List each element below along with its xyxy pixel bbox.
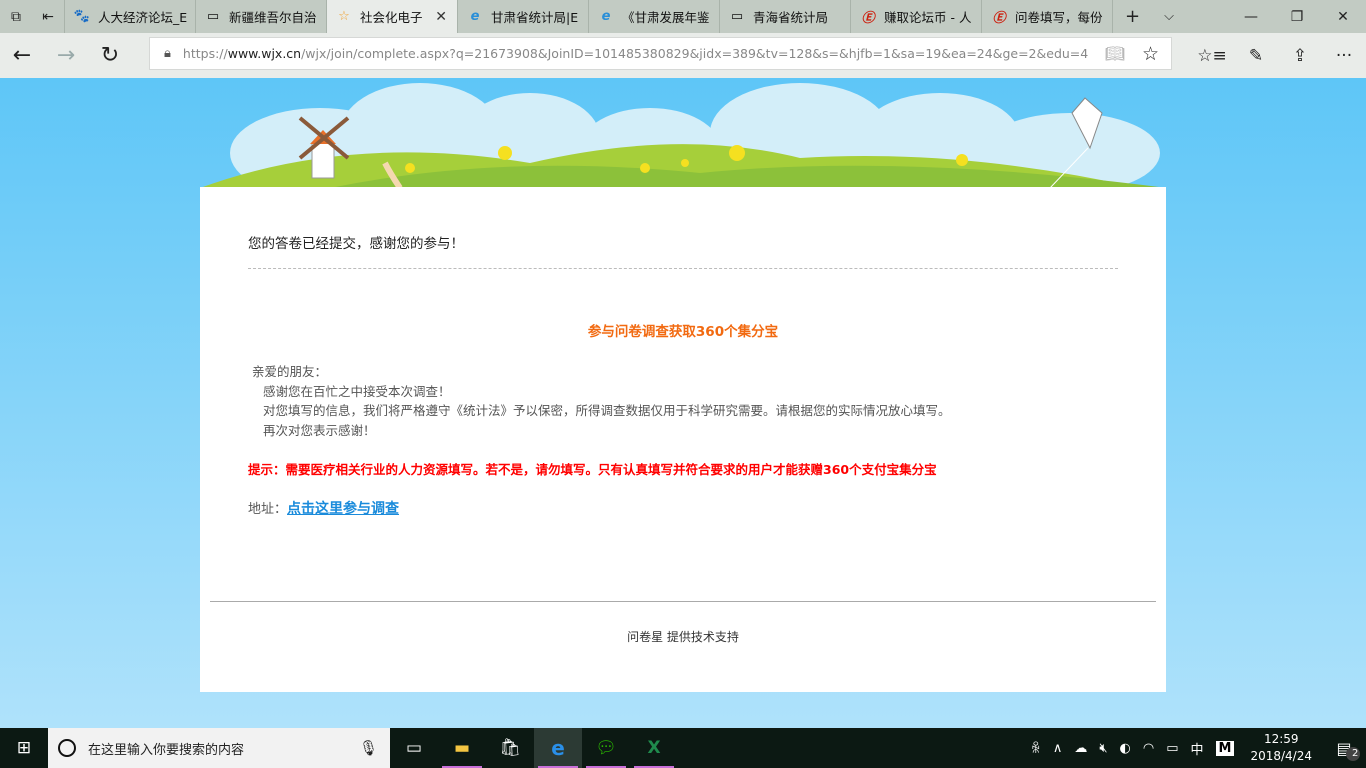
survey-link[interactable]: 点击这里参与调查	[287, 501, 399, 517]
taskbar: ⊞ 在这里输入你要搜索的内容 🎙︎ ▭ ▬ 🛍︎ e 💬︎ X ꆜ ∧ ☁ 🔇︎ …	[0, 728, 1366, 768]
search-placeholder: 在这里输入你要搜索的内容	[88, 742, 245, 758]
survey-title: 参与问卷调查获取360个集分宝	[587, 324, 779, 340]
page-icon: ▭	[730, 9, 744, 24]
ime-indicator[interactable]: 中	[1185, 739, 1210, 758]
baidu-paw-icon: 🐾	[73, 9, 91, 24]
cortana-icon	[58, 739, 76, 757]
windows-start-button[interactable]: ⊞	[0, 728, 48, 768]
letter-line: 再次对您表示感谢！	[263, 422, 376, 438]
lock-icon: 🔒︎	[164, 46, 171, 61]
tab[interactable]: ▭ 青海省统计局	[719, 0, 850, 33]
wifi-icon[interactable]: ◠	[1137, 741, 1160, 756]
people-icon[interactable]: ꆜ	[1025, 740, 1047, 757]
letter-line: 感谢您在百忙之中接受本次调查！	[263, 383, 451, 399]
address-bar[interactable]: 🔒︎ https://www.wjx.cn/wjx/join/complete.…	[149, 37, 1172, 70]
time: 12:59	[1263, 732, 1299, 746]
tab[interactable]: Ⓔ 问卷填写，每份	[981, 0, 1112, 33]
tab-label: 赚取论坛币 - 人	[884, 10, 972, 25]
refresh-button[interactable]: ↻	[88, 36, 132, 76]
close-tab-icon[interactable]: ✕	[435, 9, 447, 25]
excel-icon[interactable]: X	[630, 728, 678, 768]
tab[interactable]: e 《甘肃发展年鉴	[588, 0, 719, 33]
taskbar-search[interactable]: 在这里输入你要搜索的内容 🎙︎	[48, 728, 390, 768]
back-button[interactable]: ←	[0, 36, 44, 76]
chevron-up-icon[interactable]: ∧	[1047, 741, 1069, 756]
greeting: 亲爱的朋友：	[252, 364, 328, 379]
tab-label: 甘肃省统计局|E	[491, 10, 579, 25]
tab-label: 新疆维吾尔自治	[229, 10, 317, 25]
new-tab-button[interactable]: +	[1112, 0, 1152, 33]
url-domain: www.wjx.cn	[227, 46, 302, 61]
notification-badge: 2	[1346, 746, 1360, 761]
set-aside-tabs-icon[interactable]: ⇤	[32, 0, 64, 33]
tab-active[interactable]: ☆ 社会化电子 ✕	[326, 0, 457, 33]
footer-text: 问卷星 提供技术支持	[627, 630, 739, 644]
letter-line: 对您填写的信息，我们将严格遵守《统计法》予以保密，所得调查数据仅用于科学研究需要…	[263, 403, 951, 418]
nav-bar: ← → ↻ 🔒︎ https://www.wjx.cn/wjx/join/com…	[0, 33, 1366, 78]
wechat-icon[interactable]: 💬︎	[582, 728, 630, 768]
battery-icon[interactable]: ▭	[1160, 741, 1184, 756]
banner-illustration	[200, 83, 1166, 188]
ie-icon: e	[601, 9, 611, 24]
forward-button[interactable]: →	[44, 36, 88, 76]
ime-mode-icon[interactable]: M	[1215, 740, 1235, 756]
close-window-button[interactable]: ✕	[1320, 0, 1366, 33]
favorites-hub-icon[interactable]: ☆≡	[1190, 46, 1234, 66]
edge-icon[interactable]: e	[534, 728, 582, 768]
tab-preview-icon[interactable]: ⧉	[0, 0, 32, 33]
star-icon: ☆	[338, 9, 350, 24]
divider	[248, 268, 1118, 269]
e-logo-icon: Ⓔ	[992, 11, 1006, 26]
ie-icon: e	[470, 9, 480, 24]
url-path: /wjx/join/complete.aspx?q=21673908&JoinI…	[301, 46, 1089, 61]
tab-label: 《甘肃发展年鉴	[622, 10, 710, 25]
letter-text: 亲爱的朋友： 感谢您在百忙之中接受本次调查！ 对您填写的信息，我们将严格遵守《统…	[252, 362, 951, 440]
task-view-icon[interactable]: ▭	[390, 728, 438, 768]
tab[interactable]: e 甘肃省统计局|E	[457, 0, 588, 33]
share-icon[interactable]: ⇪	[1278, 46, 1322, 66]
onedrive-icon[interactable]: ☁	[1068, 741, 1093, 756]
page-background: 您的答卷已经提交，感谢您的参与！ 参与问卷调查获取360个集分宝 亲爱的朋友： …	[0, 78, 1366, 728]
favorite-star-icon[interactable]: ☆	[1142, 43, 1159, 65]
tab-label: 问卷填写，每份	[1015, 10, 1103, 25]
tab[interactable]: 🐾 人大经济论坛_E	[64, 0, 195, 33]
date: 2018/4/24	[1250, 749, 1312, 763]
tab-label: 社会化电子	[360, 10, 423, 25]
tab-label: 人大经济论坛_E	[98, 10, 188, 25]
speaker-icon[interactable]: ◐	[1114, 741, 1137, 756]
url-prefix: https://	[182, 46, 228, 61]
tab-label: 青海省统计局	[753, 10, 829, 25]
e-logo-icon: Ⓔ	[861, 11, 875, 26]
minimize-button[interactable]: —	[1228, 0, 1274, 33]
restore-button[interactable]: ❐	[1274, 0, 1320, 33]
chevron-down-icon[interactable]: ⌵	[1152, 0, 1186, 33]
tab[interactable]: Ⓔ 赚取论坛币 - 人	[850, 0, 981, 33]
web-note-pen-icon[interactable]: ✎	[1234, 46, 1278, 66]
store-icon[interactable]: 🛍︎	[486, 728, 534, 768]
volume-muted-icon[interactable]: 🔇︎	[1093, 741, 1113, 756]
address-label: 地址：	[248, 502, 288, 517]
action-center-icon[interactable]: ▤ 2	[1322, 739, 1366, 761]
tab-bar: ⧉ ⇤ 🐾 人大经济论坛_E ▭ 新疆维吾尔自治 ☆ 社会化电子 ✕ e 甘肃省统计局|E…	[0, 0, 1366, 33]
hint-text: 提示：需要医疗相关行业的人力资源填写。若不是，请勿填写。只有认真填写并符合要求的…	[248, 462, 937, 477]
submitted-message: 您的答卷已经提交，感谢您的参与！	[248, 236, 464, 252]
footer-divider	[210, 601, 1156, 602]
reading-view-icon[interactable]: 📖︎	[1105, 44, 1125, 63]
page-icon: ▭	[206, 9, 220, 24]
more-icon[interactable]: ···	[1322, 46, 1366, 66]
microphone-icon[interactable]: 🎙︎	[359, 739, 378, 757]
footer: 问卷星 提供技术支持	[200, 601, 1166, 692]
tab[interactable]: ▭ 新疆维吾尔自治	[195, 0, 326, 33]
file-explorer-icon[interactable]: ▬	[438, 728, 486, 768]
clock[interactable]: 12:59 2018/4/24	[1240, 731, 1322, 765]
address-line: 地址：点击这里参与调查	[248, 498, 399, 518]
